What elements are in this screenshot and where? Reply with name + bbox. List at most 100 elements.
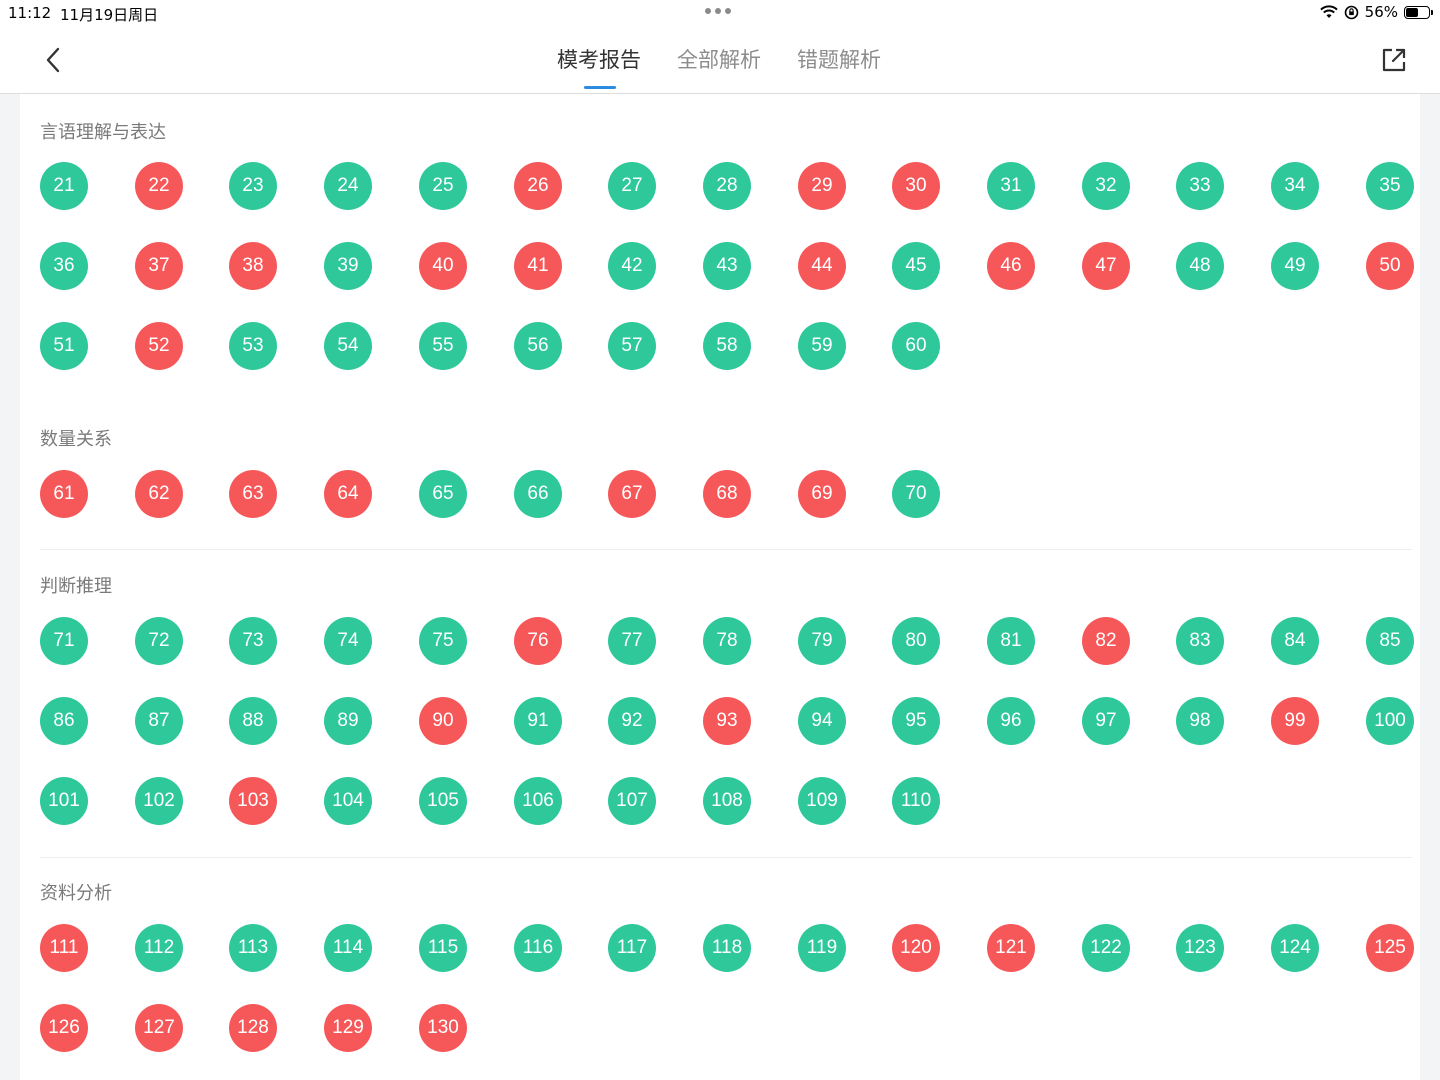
question-34-button[interactable]: 34 — [1271, 162, 1319, 210]
question-75-button[interactable]: 75 — [419, 617, 467, 665]
question-112-button[interactable]: 112 — [135, 924, 183, 972]
question-115-button[interactable]: 115 — [419, 924, 467, 972]
question-89-button[interactable]: 89 — [324, 697, 372, 745]
question-73-button[interactable]: 73 — [229, 617, 277, 665]
question-111-button[interactable]: 111 — [40, 924, 88, 972]
question-93-button[interactable]: 93 — [703, 697, 751, 745]
question-77-button[interactable]: 77 — [608, 617, 656, 665]
question-29-button[interactable]: 29 — [798, 162, 846, 210]
question-51-button[interactable]: 51 — [40, 322, 88, 370]
question-71-button[interactable]: 71 — [40, 617, 88, 665]
question-52-button[interactable]: 52 — [135, 322, 183, 370]
question-124-button[interactable]: 124 — [1271, 924, 1319, 972]
question-110-button[interactable]: 110 — [892, 777, 940, 825]
share-icon[interactable] — [1380, 46, 1408, 74]
question-27-button[interactable]: 27 — [608, 162, 656, 210]
question-57-button[interactable]: 57 — [608, 322, 656, 370]
question-94-button[interactable]: 94 — [798, 697, 846, 745]
question-106-button[interactable]: 106 — [514, 777, 562, 825]
question-129-button[interactable]: 129 — [324, 1004, 372, 1052]
question-107-button[interactable]: 107 — [608, 777, 656, 825]
question-33-button[interactable]: 33 — [1176, 162, 1224, 210]
question-92-button[interactable]: 92 — [608, 697, 656, 745]
question-85-button[interactable]: 85 — [1366, 617, 1414, 665]
question-49-button[interactable]: 49 — [1271, 242, 1319, 290]
question-67-button[interactable]: 67 — [608, 470, 656, 518]
question-122-button[interactable]: 122 — [1082, 924, 1130, 972]
question-70-button[interactable]: 70 — [892, 470, 940, 518]
question-87-button[interactable]: 87 — [135, 697, 183, 745]
question-125-button[interactable]: 125 — [1366, 924, 1414, 972]
question-128-button[interactable]: 128 — [229, 1004, 277, 1052]
question-35-button[interactable]: 35 — [1366, 162, 1414, 210]
question-117-button[interactable]: 117 — [608, 924, 656, 972]
tab-mock-report[interactable]: 模考报告 — [557, 44, 641, 74]
question-42-button[interactable]: 42 — [608, 242, 656, 290]
question-81-button[interactable]: 81 — [987, 617, 1035, 665]
question-95-button[interactable]: 95 — [892, 697, 940, 745]
question-37-button[interactable]: 37 — [135, 242, 183, 290]
question-126-button[interactable]: 126 — [40, 1004, 88, 1052]
question-59-button[interactable]: 59 — [798, 322, 846, 370]
question-72-button[interactable]: 72 — [135, 617, 183, 665]
question-116-button[interactable]: 116 — [514, 924, 562, 972]
question-105-button[interactable]: 105 — [419, 777, 467, 825]
question-25-button[interactable]: 25 — [419, 162, 467, 210]
question-98-button[interactable]: 98 — [1176, 697, 1224, 745]
question-48-button[interactable]: 48 — [1176, 242, 1224, 290]
tab-wrong-analysis[interactable]: 错题解析 — [797, 44, 881, 74]
question-62-button[interactable]: 62 — [135, 470, 183, 518]
question-60-button[interactable]: 60 — [892, 322, 940, 370]
multitask-dots-icon[interactable] — [705, 8, 731, 14]
question-26-button[interactable]: 26 — [514, 162, 562, 210]
question-23-button[interactable]: 23 — [229, 162, 277, 210]
question-102-button[interactable]: 102 — [135, 777, 183, 825]
question-21-button[interactable]: 21 — [40, 162, 88, 210]
question-24-button[interactable]: 24 — [324, 162, 372, 210]
question-82-button[interactable]: 82 — [1082, 617, 1130, 665]
question-120-button[interactable]: 120 — [892, 924, 940, 972]
question-46-button[interactable]: 46 — [987, 242, 1035, 290]
question-63-button[interactable]: 63 — [229, 470, 277, 518]
question-91-button[interactable]: 91 — [514, 697, 562, 745]
question-44-button[interactable]: 44 — [798, 242, 846, 290]
question-79-button[interactable]: 79 — [798, 617, 846, 665]
question-58-button[interactable]: 58 — [703, 322, 751, 370]
question-32-button[interactable]: 32 — [1082, 162, 1130, 210]
question-31-button[interactable]: 31 — [987, 162, 1035, 210]
question-101-button[interactable]: 101 — [40, 777, 88, 825]
question-123-button[interactable]: 123 — [1176, 924, 1224, 972]
question-114-button[interactable]: 114 — [324, 924, 372, 972]
question-109-button[interactable]: 109 — [798, 777, 846, 825]
question-84-button[interactable]: 84 — [1271, 617, 1319, 665]
question-103-button[interactable]: 103 — [229, 777, 277, 825]
question-30-button[interactable]: 30 — [892, 162, 940, 210]
question-97-button[interactable]: 97 — [1082, 697, 1130, 745]
question-36-button[interactable]: 36 — [40, 242, 88, 290]
question-38-button[interactable]: 38 — [229, 242, 277, 290]
question-130-button[interactable]: 130 — [419, 1004, 467, 1052]
question-121-button[interactable]: 121 — [987, 924, 1035, 972]
tab-all-analysis[interactable]: 全部解析 — [677, 44, 761, 74]
question-104-button[interactable]: 104 — [324, 777, 372, 825]
question-66-button[interactable]: 66 — [514, 470, 562, 518]
question-113-button[interactable]: 113 — [229, 924, 277, 972]
question-39-button[interactable]: 39 — [324, 242, 372, 290]
question-68-button[interactable]: 68 — [703, 470, 751, 518]
question-74-button[interactable]: 74 — [324, 617, 372, 665]
question-22-button[interactable]: 22 — [135, 162, 183, 210]
question-108-button[interactable]: 108 — [703, 777, 751, 825]
question-54-button[interactable]: 54 — [324, 322, 372, 370]
question-99-button[interactable]: 99 — [1271, 697, 1319, 745]
question-127-button[interactable]: 127 — [135, 1004, 183, 1052]
question-88-button[interactable]: 88 — [229, 697, 277, 745]
question-55-button[interactable]: 55 — [419, 322, 467, 370]
question-96-button[interactable]: 96 — [987, 697, 1035, 745]
question-40-button[interactable]: 40 — [419, 242, 467, 290]
question-43-button[interactable]: 43 — [703, 242, 751, 290]
question-47-button[interactable]: 47 — [1082, 242, 1130, 290]
question-53-button[interactable]: 53 — [229, 322, 277, 370]
question-56-button[interactable]: 56 — [514, 322, 562, 370]
question-50-button[interactable]: 50 — [1366, 242, 1414, 290]
question-28-button[interactable]: 28 — [703, 162, 751, 210]
